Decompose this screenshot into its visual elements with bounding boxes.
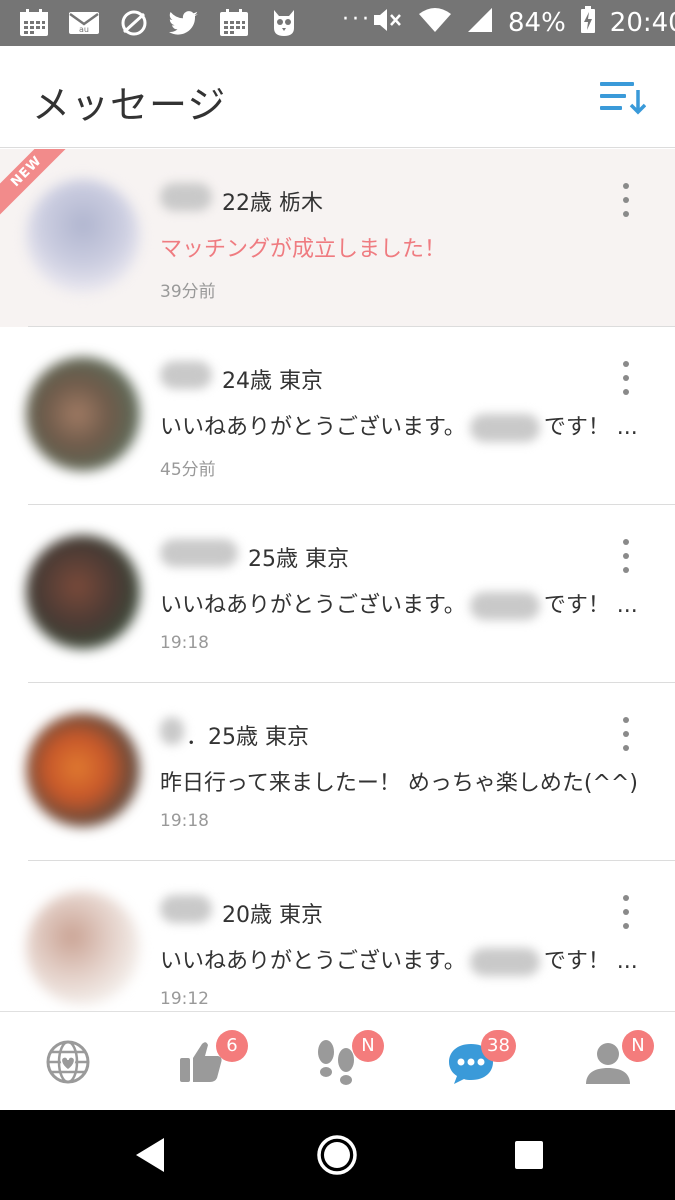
profile-badge: N	[622, 1030, 654, 1062]
battery-charging-icon	[580, 5, 596, 41]
sender-name-blurred	[160, 539, 238, 567]
sender-name-blurred	[160, 895, 212, 923]
clock: 20:40	[609, 8, 675, 38]
message-time: 19:18	[160, 633, 209, 653]
message-preview: いいねありがとうございます。 です！ ...	[160, 948, 638, 976]
overflow-notifications: ···	[342, 6, 372, 32]
calendar-icon	[216, 8, 252, 38]
page-title: メッセージ	[32, 83, 227, 127]
twitter-icon	[166, 8, 202, 38]
message-item[interactable]: 24歳 東京 いいねありがとうございます。 です！ ... 45分前	[0, 327, 675, 505]
more-options-button[interactable]	[612, 361, 640, 395]
back-icon	[136, 1138, 164, 1172]
footprints-badge: N	[352, 1030, 384, 1062]
sync-icon	[116, 8, 152, 38]
message-item[interactable]: 20歳 東京 いいねありがとうございます。 です！ ... 19:12	[0, 861, 675, 1011]
system-status: 84% 20:40	[372, 5, 675, 41]
message-item[interactable]: ．25歳 東京 昨日行って来ましたー！ めっちゃ楽しめた(^^) 19:18	[0, 683, 675, 861]
avatar[interactable]	[26, 357, 140, 471]
app-bar: メッセージ	[0, 46, 675, 148]
signal-icon	[466, 6, 494, 41]
avatar[interactable]	[26, 179, 140, 293]
blurred-name	[469, 592, 540, 620]
more-options-button[interactable]	[612, 539, 640, 573]
message-time: 39分前	[160, 282, 216, 302]
globe-heart-icon	[46, 1040, 90, 1084]
more-options-button[interactable]	[612, 895, 640, 929]
message-item[interactable]: NEW 22歳 栃木 マッチングが成立しました！ 39分前	[0, 149, 675, 327]
sender-name-blurred	[160, 361, 212, 389]
message-item[interactable]: 25歳 東京 いいねありがとうございます。 です！ ... 19:18	[0, 505, 675, 683]
home-button[interactable]	[314, 1132, 360, 1178]
sender-meta: 24歳 東京	[222, 369, 323, 394]
avatar[interactable]	[26, 535, 140, 649]
sender-meta: 20歳 東京	[222, 903, 323, 928]
tab-search[interactable]	[38, 1034, 98, 1090]
mail-icon: au	[66, 8, 102, 38]
owl-icon	[266, 8, 302, 38]
home-icon	[317, 1135, 357, 1175]
avatar[interactable]	[26, 891, 140, 1005]
sender-name-blurred	[160, 717, 184, 745]
system-navigation-bar	[0, 1110, 675, 1200]
back-button[interactable]	[128, 1132, 174, 1178]
status-bar: au ··· 84% 20:40	[0, 0, 675, 46]
sender-meta: ．25歳 東京	[186, 725, 309, 750]
more-options-button[interactable]	[612, 183, 640, 217]
tab-footprints[interactable]: N	[306, 1030, 384, 1090]
messages-badge: 38	[481, 1030, 516, 1062]
tab-messages[interactable]: 38	[443, 1030, 516, 1090]
calendar-icon	[16, 8, 52, 38]
message-preview: 昨日行って来ましたー！ めっちゃ楽しめた(^^)	[160, 771, 638, 796]
message-time: 19:12	[160, 989, 209, 1009]
recents-icon	[515, 1141, 543, 1169]
bottom-nav: 6 N 38 N	[0, 1011, 675, 1110]
sender-name-blurred	[160, 183, 212, 211]
blurred-name	[469, 414, 540, 442]
message-time: 19:18	[160, 811, 209, 831]
battery-level: 84%	[507, 8, 566, 38]
recents-button[interactable]	[506, 1132, 552, 1178]
tab-profile[interactable]: N	[578, 1030, 654, 1090]
more-options-button[interactable]	[612, 717, 640, 751]
svg-text:au: au	[79, 25, 89, 34]
sort-button[interactable]	[598, 78, 647, 118]
message-preview: マッチングが成立しました！	[160, 237, 447, 262]
message-preview: いいねありがとうございます。 です！ ...	[160, 414, 638, 442]
sort-icon	[600, 82, 647, 115]
tab-likes[interactable]: 6	[172, 1030, 248, 1090]
notification-icons: au	[16, 8, 302, 38]
mute-icon	[372, 6, 404, 41]
message-list: NEW 22歳 栃木 マッチングが成立しました！ 39分前 24歳 東京 いいね…	[0, 149, 675, 1011]
message-time: 45分前	[160, 460, 216, 480]
sender-meta: 25歳 東京	[248, 547, 349, 572]
blurred-name	[469, 948, 540, 976]
sender-meta: 22歳 栃木	[222, 191, 323, 216]
likes-badge: 6	[216, 1030, 248, 1062]
avatar[interactable]	[26, 713, 140, 827]
message-preview: いいねありがとうございます。 です！ ...	[160, 592, 638, 620]
wifi-icon	[418, 6, 452, 41]
